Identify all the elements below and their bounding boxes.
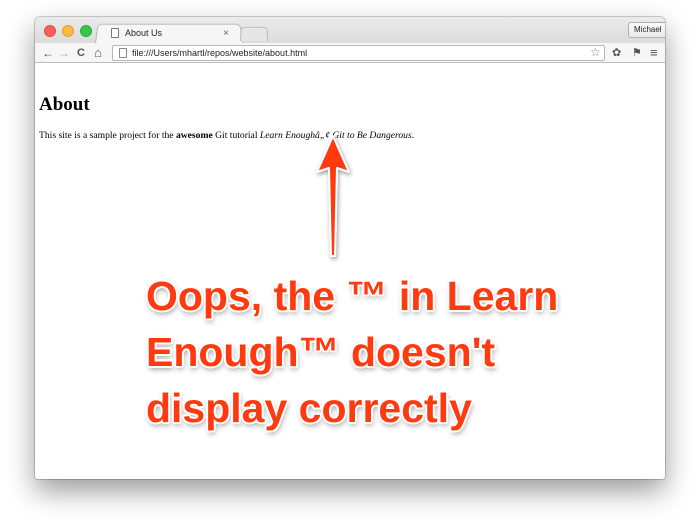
- page-icon: [111, 28, 119, 38]
- bookmark-star-icon[interactable]: ☆: [590, 43, 601, 61]
- annotation-line-2: Enough™ doesn't: [146, 329, 496, 375]
- paragraph-bold-text: awesome: [175, 130, 213, 141]
- address-bar[interactable]: file:///Users/mhartl/repos/website/about…: [112, 45, 605, 61]
- reload-icon[interactable]: C: [74, 43, 88, 63]
- paragraph-text-start: This site is a sample project for the: [39, 130, 176, 141]
- forward-arrow-icon[interactable]: →: [57, 43, 71, 63]
- tab-title: About Us: [125, 28, 163, 38]
- home-icon[interactable]: ⌂: [91, 43, 105, 63]
- window-minimize-button[interactable]: [62, 25, 74, 37]
- window-close-button[interactable]: [44, 25, 56, 37]
- file-page-icon: [119, 48, 127, 58]
- annotation-arrow-icon: [316, 135, 350, 257]
- title-bar: About Us × Michael: [35, 17, 665, 43]
- extension-icon[interactable]: ⚑: [632, 43, 642, 63]
- back-arrow-icon[interactable]: ←: [41, 43, 55, 63]
- browser-tab[interactable]: About Us ×: [101, 23, 237, 43]
- settings-gear-icon[interactable]: ✿: [612, 43, 621, 63]
- new-tab-button[interactable]: [240, 26, 268, 41]
- paragraph-text-middle: Git tutorial: [212, 130, 260, 141]
- url-text[interactable]: file:///Users/mhartl/repos/website/about…: [132, 47, 307, 59]
- tab-close-icon[interactable]: ×: [223, 28, 229, 39]
- window-maximize-button[interactable]: [80, 25, 92, 37]
- annotation-line-1: Oops, the ™ in Learn: [146, 273, 559, 319]
- profile-button[interactable]: Michael: [628, 22, 665, 38]
- page-title: About: [39, 94, 90, 115]
- annotation-callout: Oops, the ™ in Learn Enough™ doesn't dis…: [146, 268, 606, 436]
- annotation-line-3: display correctly: [146, 385, 472, 431]
- menu-icon[interactable]: ≡: [650, 43, 658, 63]
- paragraph-text-end: .: [411, 130, 415, 141]
- browser-toolbar: ← → C ⌂ file:///Users/mhartl/repos/websi…: [35, 43, 665, 63]
